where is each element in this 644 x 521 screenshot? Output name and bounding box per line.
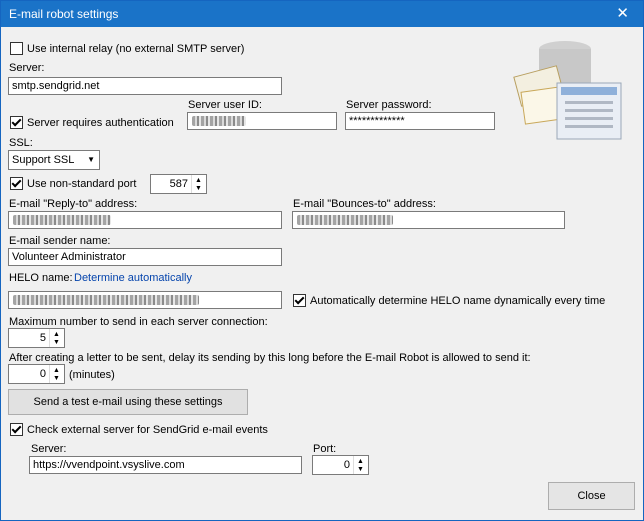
use-internal-relay-label: Use internal relay (no external SMTP ser…	[27, 43, 245, 55]
sender-name-field[interactable]: Volunteer Administrator	[8, 248, 282, 266]
server-password-field[interactable]: *************	[345, 112, 495, 130]
ssl-label: SSL:	[9, 137, 33, 149]
external-server-label: Check external server for SendGrid e-mai…	[27, 424, 268, 436]
chevron-down-icon: ▼	[87, 155, 95, 164]
title-bar: E-mail robot settings ✕	[1, 1, 643, 27]
redacted-helo-name	[13, 295, 199, 305]
ssl-select[interactable]: Support SSL ▼	[8, 150, 100, 170]
delay-unit-label: (minutes)	[69, 369, 115, 381]
non-standard-port-checkbox[interactable]	[10, 177, 23, 190]
spin-up-icon[interactable]: ▲	[195, 177, 202, 184]
server-field[interactable]: smtp.sendgrid.net	[8, 77, 282, 95]
server-user-id-field[interactable]	[187, 112, 337, 130]
spin-up-icon[interactable]: ▲	[357, 458, 364, 465]
max-send-stepper[interactable]: 5 ▲ ▼	[8, 328, 65, 348]
window-title: E-mail robot settings	[9, 7, 119, 21]
server-label: Server:	[9, 62, 45, 74]
external-port-stepper[interactable]: 0 ▲ ▼	[312, 455, 369, 475]
redacted-reply-to	[13, 215, 111, 225]
helo-name-label: HELO name:	[9, 272, 73, 284]
spin-down-icon[interactable]: ▼	[53, 375, 60, 382]
reply-to-label: E-mail "Reply-to" address:	[9, 198, 138, 210]
bounces-to-label: E-mail "Bounces-to" address:	[293, 198, 436, 210]
settings-window: E-mail robot settings ✕ Use internal rel…	[0, 0, 644, 521]
spin-up-icon[interactable]: ▲	[53, 367, 60, 374]
port-value: 587	[169, 178, 188, 190]
spin-up-icon[interactable]: ▲	[53, 331, 60, 338]
external-server-checkbox[interactable]	[10, 423, 23, 436]
use-internal-relay-checkbox[interactable]	[10, 42, 23, 55]
external-server-field[interactable]: https://vvendpoint.vsyslive.com	[29, 456, 302, 474]
determine-automatically-link[interactable]: Determine automatically	[74, 272, 192, 285]
max-send-value: 5	[39, 332, 46, 344]
email-robot-illustration	[513, 41, 622, 140]
reply-to-field[interactable]	[8, 211, 282, 229]
auto-helo-checkbox[interactable]	[293, 294, 306, 307]
external-port-value: 0	[343, 459, 350, 471]
sender-name-label: E-mail sender name:	[9, 235, 111, 247]
requires-authentication-label: Server requires authentication	[27, 117, 174, 129]
redacted-user-id	[192, 116, 246, 126]
spin-down-icon[interactable]: ▼	[195, 185, 202, 192]
port-stepper[interactable]: 587 ▲ ▼	[150, 174, 207, 194]
requires-authentication-checkbox[interactable]	[10, 116, 23, 129]
spin-down-icon[interactable]: ▼	[53, 339, 60, 346]
auto-helo-label: Automatically determine HELO name dynami…	[310, 295, 606, 307]
delay-stepper[interactable]: 0 ▲ ▼	[8, 364, 65, 384]
ssl-select-value: Support SSL	[12, 154, 75, 166]
delay-value: 0	[39, 368, 46, 380]
close-button[interactable]: Close	[548, 482, 635, 510]
external-server-url-label: Server:	[31, 443, 67, 455]
non-standard-port-label: Use non-standard port	[27, 178, 137, 190]
send-test-email-button[interactable]: Send a test e-mail using these settings	[8, 389, 248, 415]
redacted-bounces-to	[297, 215, 393, 225]
delay-label: After creating a letter to be sent, dela…	[9, 352, 531, 364]
server-password-label: Server password:	[346, 99, 432, 111]
bounces-to-field[interactable]	[292, 211, 565, 229]
helo-name-field[interactable]	[8, 291, 282, 309]
server-user-id-label: Server user ID:	[188, 99, 262, 111]
close-icon[interactable]: ✕	[616, 4, 629, 22]
spin-down-icon[interactable]: ▼	[357, 466, 364, 473]
